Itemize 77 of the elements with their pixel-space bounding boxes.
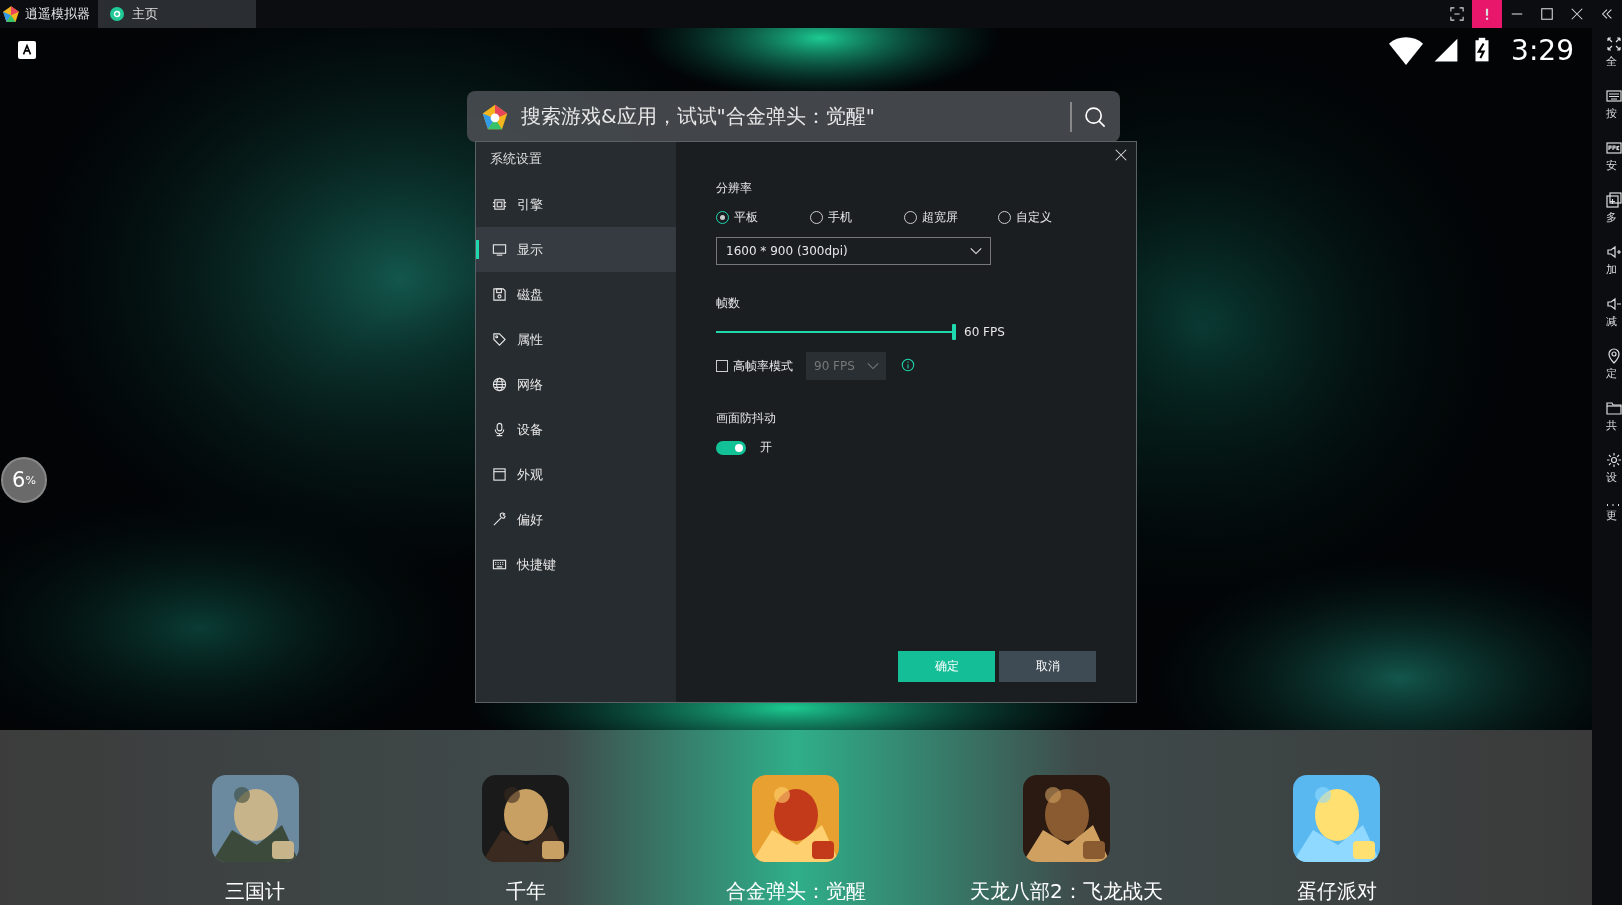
app-icon[interactable] [211, 775, 299, 862]
toolbar-label[interactable]: 共 [1606, 418, 1617, 433]
toolbar-label[interactable]: 按 [1606, 106, 1617, 121]
radio-option[interactable]: 平板 [716, 209, 810, 226]
app-label[interactable]: 蛋仔派对 [1296, 878, 1377, 905]
fps-slider[interactable] [716, 324, 956, 340]
floppy-icon [492, 287, 507, 302]
signal-icon [1433, 37, 1460, 63]
toolbar-label[interactable]: 更 [1606, 508, 1617, 523]
app-icon[interactable] [482, 775, 570, 862]
expand-icon [1606, 36, 1622, 52]
section-label: 帧数 [716, 295, 741, 312]
toolbar-label[interactable]: 设 [1606, 470, 1617, 485]
chip-icon [492, 197, 507, 212]
nav-item[interactable]: 网络 [476, 362, 676, 407]
nav-item[interactable]: 显示 [476, 227, 676, 272]
store-logo-icon [481, 102, 509, 131]
maximize-icon [1540, 7, 1554, 21]
tab-icon [112, 9, 122, 19]
search-bar[interactable]: 搜索游戏&应用，试试"合金弹头：觉醒" [467, 91, 1120, 142]
location-pin-icon [1606, 348, 1622, 364]
toggle-switch[interactable] [716, 440, 746, 455]
cancel-button[interactable]: 取消 [999, 651, 1096, 682]
toolbar-label[interactable]: 全 [1606, 54, 1617, 69]
toolbar-label[interactable]: 加 [1606, 262, 1617, 277]
fps-reading: 60 FPS [964, 325, 1005, 339]
nav-item[interactable]: 外观 [476, 452, 676, 497]
keyboard-a-icon [20, 43, 34, 57]
wrench-icon [492, 512, 507, 527]
nav-item[interactable]: 引擎 [476, 182, 676, 227]
nav-item[interactable]: 设备 [476, 407, 676, 452]
radio-option[interactable]: 手机 [810, 209, 904, 226]
resolution-dropdown[interactable]: 1600 * 900 (300dpi) [716, 237, 991, 265]
screenshot-icon [1450, 7, 1464, 21]
toolbar-label[interactable]: 减 [1606, 314, 1617, 329]
app-label[interactable]: 天龙八部2：飞龙战天 [970, 878, 1163, 905]
search-icon [1084, 105, 1106, 128]
nav-item[interactable]: 偏好 [476, 497, 676, 542]
app-icon[interactable] [1022, 775, 1110, 862]
app-logo-icon [2, 5, 20, 23]
close-icon [1570, 7, 1584, 21]
toolbar-label[interactable]: 定 [1606, 366, 1617, 381]
toolbar-label[interactable]: 多 [1606, 210, 1617, 225]
globe-icon [492, 377, 507, 392]
app-icon[interactable] [752, 775, 840, 862]
keyboard-icon [492, 557, 507, 572]
app-label[interactable]: 千年 [505, 878, 546, 905]
volume-down-icon [1606, 296, 1622, 312]
close-icon [1114, 148, 1128, 162]
window-plus-icon [1606, 192, 1622, 208]
home-tab[interactable]: 主页 [98, 0, 256, 28]
collapse-icon [1600, 7, 1614, 21]
nav-item[interactable]: 磁盘 [476, 272, 676, 317]
nav-item[interactable]: 快捷键 [476, 542, 676, 587]
slider-thumb[interactable] [952, 324, 956, 340]
section-label: 画面防抖动 [716, 410, 777, 427]
app-icon[interactable] [1293, 775, 1381, 862]
tag-icon [492, 332, 507, 347]
app-title: 逍遥模拟器 [25, 5, 90, 23]
monitor-icon [492, 242, 507, 257]
app-label[interactable]: 三国计 [225, 878, 286, 905]
radio-option[interactable]: 超宽屏 [904, 209, 998, 226]
window-icon [492, 467, 507, 482]
microphone-icon [492, 422, 507, 437]
clock-time: 3:29 [1511, 33, 1574, 67]
keyboard-icon [1606, 88, 1622, 104]
info-icon [901, 357, 915, 372]
package-icon [1606, 140, 1622, 156]
section-label: 分辨率 [716, 180, 753, 197]
volume-up-icon [1606, 244, 1622, 260]
toggle-label: 开 [760, 439, 772, 456]
nav-item[interactable]: 属性 [476, 317, 676, 362]
radio-option[interactable]: 自定义 [998, 209, 1092, 226]
dialog-title: 系统设置 [489, 150, 543, 168]
folder-icon [1606, 400, 1622, 416]
checkbox-label: 高帧率模式 [733, 357, 793, 375]
toolbar-label[interactable]: 安 [1606, 158, 1617, 173]
